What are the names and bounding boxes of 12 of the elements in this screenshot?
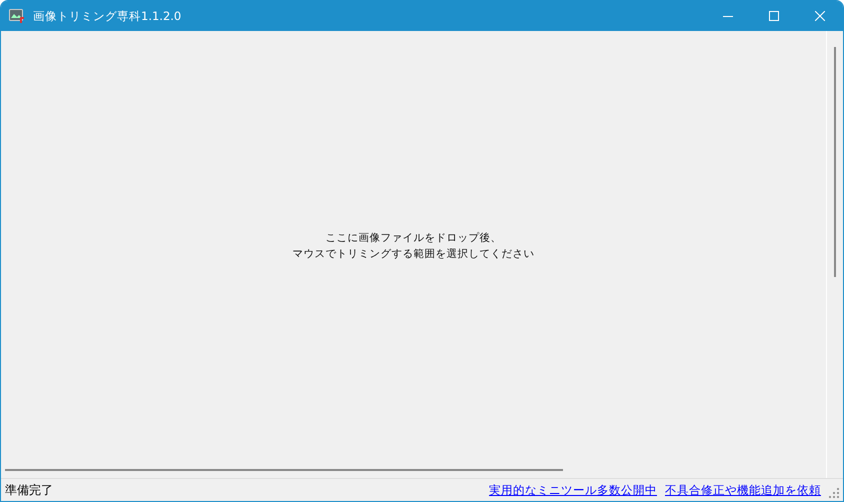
link[interactable]: 不具合修正や機能追加を依頼 (665, 482, 821, 498)
window-title: 画像トリミング専科1.1.2.0 (33, 8, 182, 24)
close-icon (815, 11, 825, 21)
scrollbar-thumb[interactable] (5, 468, 563, 470)
resize-grip-icon[interactable] (829, 488, 839, 498)
status-text: 準備完了 (5, 482, 54, 498)
link[interactable]: 実用的なミニツール多数公開中 (489, 482, 657, 498)
maximize-icon (769, 11, 779, 21)
drop-hint: マウスでトリミングする範囲を選択してください (292, 247, 534, 262)
scrollbar-thumb[interactable] (834, 47, 836, 277)
drop-hint: ここに画像ファイルをドロップ後、 (326, 231, 502, 246)
app-icon (9, 9, 25, 23)
